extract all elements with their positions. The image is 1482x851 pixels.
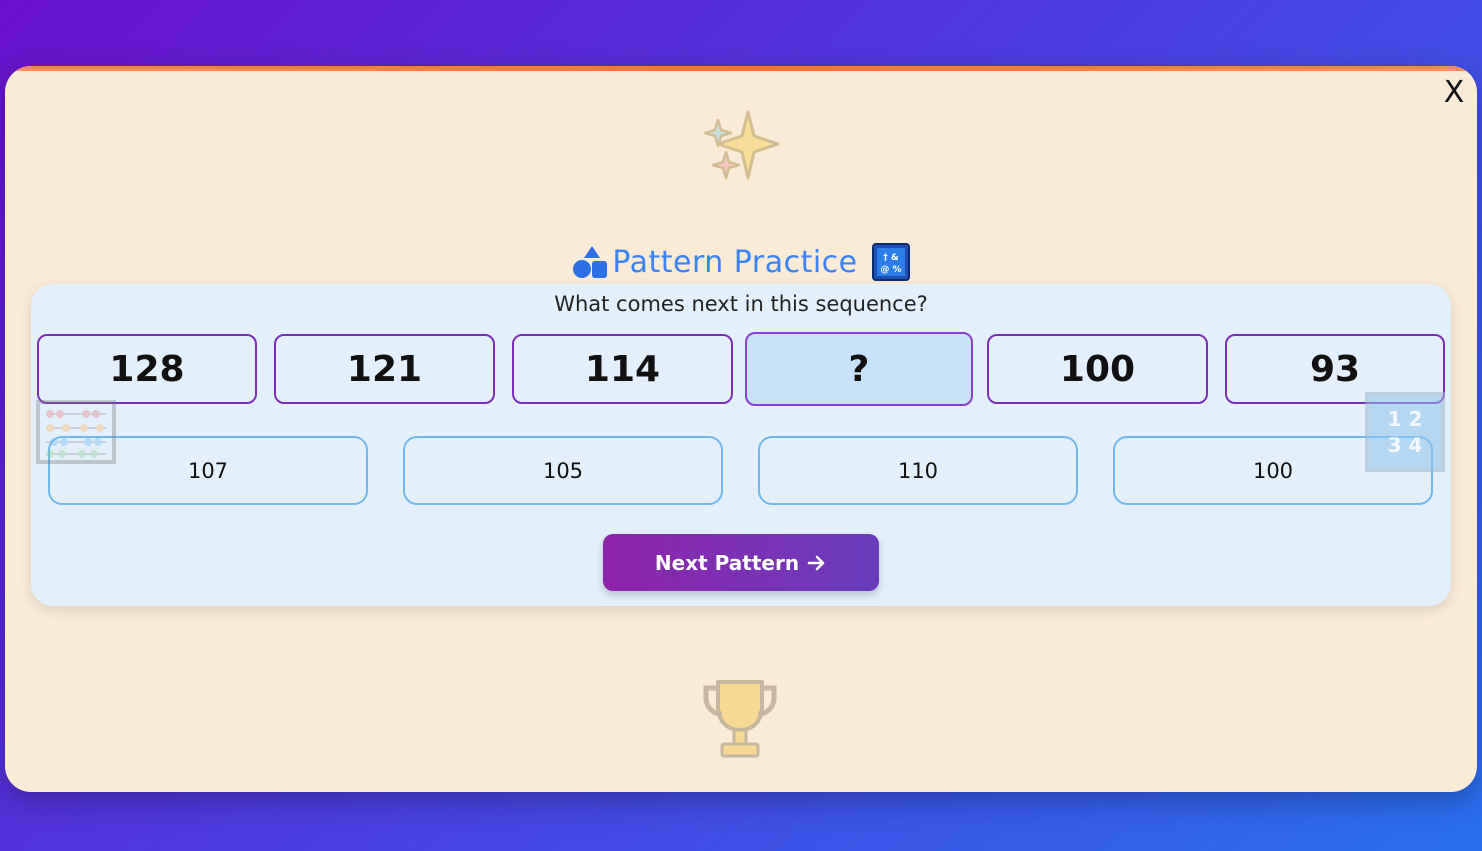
next-pattern-label: Next Pattern: [654, 550, 800, 575]
sparkles-icon: [703, 110, 780, 180]
svg-text:@ %: @ %: [880, 265, 901, 275]
sequence-item-2: 121: [274, 334, 495, 404]
question-panel: What comes next in this sequence? 128 12…: [31, 284, 1451, 606]
numbers-icon-line-2: 3 4: [1387, 433, 1423, 457]
sequence-item-3: 114: [512, 334, 733, 404]
title-row: Pattern Practice † & @ %: [5, 242, 1477, 282]
arrow-right-icon: [807, 555, 825, 570]
modal-top-accent: [5, 66, 1477, 71]
question-prompt: What comes next in this sequence?: [554, 292, 928, 316]
answer-option-2[interactable]: 105: [403, 436, 723, 505]
input-numbers-icon: 1 2 3 4: [1365, 392, 1445, 472]
answer-option-3[interactable]: 110: [758, 436, 1078, 505]
next-pattern-button[interactable]: Next Pattern: [603, 534, 879, 591]
symbols-icon: † & @ %: [871, 243, 910, 281]
pattern-modal: X Pattern Practice † & @ % What comes ne…: [5, 66, 1477, 792]
sequence-item-5: 100: [987, 334, 1208, 404]
sequence-missing-slot: ?: [745, 332, 973, 406]
trophy-icon: [703, 680, 777, 758]
abacus-icon: [36, 400, 116, 464]
shapes-icon: [573, 246, 608, 278]
numbers-icon-line-1: 1 2: [1387, 407, 1423, 431]
svg-text:† &: † &: [883, 253, 899, 263]
sequence-item-1: 128: [37, 334, 257, 404]
page-title: Pattern Practice: [612, 244, 858, 280]
close-button[interactable]: X: [1441, 78, 1467, 108]
